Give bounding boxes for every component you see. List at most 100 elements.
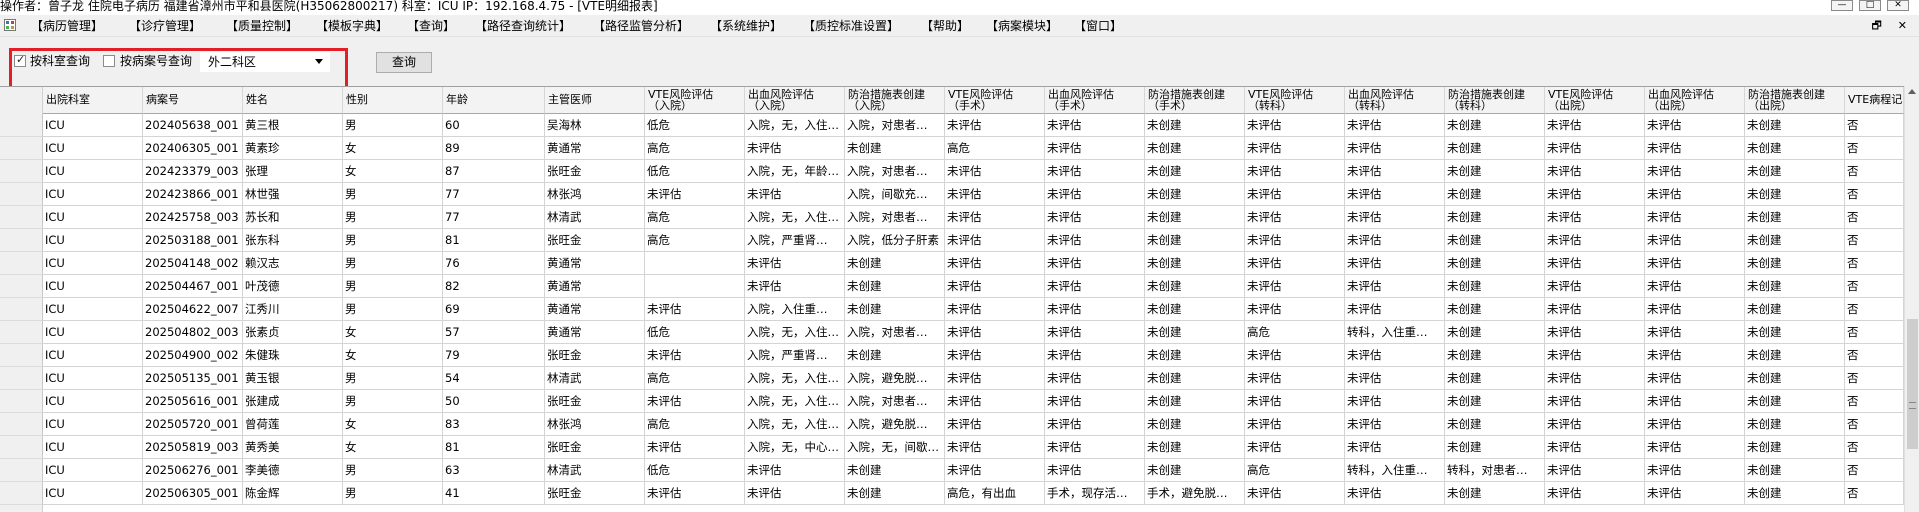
table-cell[interactable]: 57 bbox=[443, 321, 545, 344]
table-cell[interactable]: 未评估 bbox=[1045, 321, 1145, 344]
table-cell[interactable]: 202423866_001 bbox=[143, 183, 243, 206]
table-cell[interactable]: 低危 bbox=[645, 160, 745, 183]
table-cell[interactable]: 未评估 bbox=[1345, 413, 1445, 436]
table-cell[interactable]: 未评估 bbox=[1045, 114, 1145, 137]
table-cell[interactable]: 江秀川 bbox=[243, 298, 343, 321]
table-cell[interactable]: ICU bbox=[43, 160, 143, 183]
table-cell[interactable]: 未评估 bbox=[1645, 183, 1745, 206]
table-cell[interactable]: 黄通常 bbox=[545, 137, 645, 160]
table-cell[interactable]: 入院，避免脱… bbox=[845, 413, 945, 436]
row-header-cell[interactable] bbox=[0, 413, 43, 436]
table-cell[interactable]: 202504802_003 bbox=[143, 321, 243, 344]
table-cell[interactable]: 未评估 bbox=[1345, 137, 1445, 160]
table-cell[interactable]: 否 bbox=[1845, 344, 1904, 367]
table-cell[interactable]: 未评估 bbox=[1245, 137, 1345, 160]
table-cell[interactable] bbox=[645, 252, 745, 275]
table-cell[interactable]: 未评估 bbox=[945, 114, 1045, 137]
table-cell[interactable]: 未评估 bbox=[745, 275, 845, 298]
menu-path-supervision-analysis[interactable]: 【路径监管分析】 bbox=[593, 20, 689, 33]
table-cell[interactable]: 未评估 bbox=[645, 298, 745, 321]
table-cell[interactable]: 未创建 bbox=[1145, 321, 1245, 344]
table-cell[interactable]: 未评估 bbox=[1645, 229, 1745, 252]
table-cell[interactable]: 未创建 bbox=[845, 344, 945, 367]
table-cell[interactable]: 女 bbox=[343, 160, 443, 183]
menu-template-dictionary[interactable]: 【模板字典】 bbox=[316, 20, 388, 33]
table-cell[interactable]: ICU bbox=[43, 390, 143, 413]
table-cell[interactable]: 转科，入住重… bbox=[1345, 459, 1445, 482]
table-cell[interactable]: 低危 bbox=[645, 321, 745, 344]
table-cell[interactable]: 黄玉银 bbox=[243, 367, 343, 390]
table-cell[interactable]: 未创建 bbox=[1745, 482, 1845, 505]
table-cell[interactable]: 未评估 bbox=[1645, 114, 1745, 137]
table-cell[interactable]: 未评估 bbox=[645, 183, 745, 206]
table-cell[interactable]: 未评估 bbox=[1245, 114, 1345, 137]
table-cell[interactable]: 未评估 bbox=[1545, 367, 1645, 390]
table-cell[interactable]: 202504467_001 bbox=[143, 275, 243, 298]
table-cell[interactable]: 入院，对患者… bbox=[845, 160, 945, 183]
table-cell[interactable]: 未评估 bbox=[1045, 436, 1145, 459]
table-cell[interactable]: 未评估 bbox=[645, 344, 745, 367]
table-cell[interactable]: 高危，有出血 bbox=[945, 482, 1045, 505]
maximize-button[interactable]: □ bbox=[1859, 0, 1881, 11]
table-cell[interactable]: 未评估 bbox=[1245, 298, 1345, 321]
table-cell[interactable]: 63 bbox=[443, 459, 545, 482]
table-cell[interactable]: 69 bbox=[443, 298, 545, 321]
table-cell[interactable]: 张旺金 bbox=[545, 390, 645, 413]
table-cell[interactable]: 未评估 bbox=[1345, 344, 1445, 367]
table-cell[interactable]: 张旺金 bbox=[545, 229, 645, 252]
table-cell[interactable]: 未创建 bbox=[1745, 229, 1845, 252]
table-cell[interactable]: 79 bbox=[443, 344, 545, 367]
row-header-cell[interactable] bbox=[0, 367, 43, 390]
table-cell[interactable]: 未评估 bbox=[1645, 321, 1745, 344]
row-header-cell[interactable] bbox=[0, 459, 43, 482]
table-cell[interactable]: 转科，入住重… bbox=[1345, 321, 1445, 344]
table-cell[interactable]: ICU bbox=[43, 482, 143, 505]
table-cell[interactable]: 入院，避免脱… bbox=[845, 367, 945, 390]
table-cell[interactable]: 未评估 bbox=[1545, 344, 1645, 367]
table-cell[interactable]: 81 bbox=[443, 436, 545, 459]
table-cell[interactable]: 未创建 bbox=[1445, 298, 1545, 321]
table-cell[interactable]: 未评估 bbox=[945, 183, 1045, 206]
table-cell[interactable]: 未评估 bbox=[1045, 367, 1145, 390]
table-cell[interactable]: 未评估 bbox=[1245, 436, 1345, 459]
table-cell[interactable]: 未评估 bbox=[945, 436, 1045, 459]
table-cell[interactable]: 男 bbox=[343, 252, 443, 275]
table-cell[interactable]: 未评估 bbox=[1345, 229, 1445, 252]
table-cell[interactable]: 未评估 bbox=[1245, 206, 1345, 229]
table-cell[interactable]: 否 bbox=[1845, 252, 1904, 275]
table-cell[interactable]: 未评估 bbox=[1045, 137, 1145, 160]
table-cell[interactable]: 未评估 bbox=[1545, 321, 1645, 344]
table-cell[interactable]: 入院，无，入住… bbox=[745, 413, 845, 436]
column-header[interactable]: 防治措施表创建 （手术） bbox=[1145, 87, 1245, 114]
table-cell[interactable]: 张理 bbox=[243, 160, 343, 183]
row-header-cell[interactable] bbox=[0, 160, 43, 183]
table-cell[interactable]: 202505135_001 bbox=[143, 367, 243, 390]
table-cell[interactable]: 未评估 bbox=[1645, 459, 1745, 482]
column-header[interactable]: VTE风险评估 （手术） bbox=[945, 87, 1045, 114]
table-cell[interactable]: 林张鸿 bbox=[545, 413, 645, 436]
table-cell[interactable]: 高危 bbox=[1245, 459, 1345, 482]
table-cell[interactable]: ICU bbox=[43, 252, 143, 275]
table-cell[interactable]: 未评估 bbox=[1045, 459, 1145, 482]
table-cell[interactable]: 入院，无，间歇… bbox=[845, 436, 945, 459]
table-cell[interactable]: 未评估 bbox=[1045, 413, 1145, 436]
menu-system-maintenance[interactable]: 【系统维护】 bbox=[710, 20, 782, 33]
table-cell[interactable]: 202505819_003 bbox=[143, 436, 243, 459]
table-cell[interactable]: 未评估 bbox=[1245, 183, 1345, 206]
table-cell[interactable]: 未创建 bbox=[845, 137, 945, 160]
table-cell[interactable]: 入院，间歇充… bbox=[845, 183, 945, 206]
dept-select[interactable]: 外二科区 bbox=[200, 52, 330, 72]
table-cell[interactable]: 未创建 bbox=[1745, 436, 1845, 459]
table-cell[interactable]: 未评估 bbox=[1645, 137, 1745, 160]
table-cell[interactable]: 未创建 bbox=[1145, 252, 1245, 275]
table-cell[interactable]: 未创建 bbox=[1445, 413, 1545, 436]
table-row[interactable]: ICU 202505819_003 黄秀美女 81 张旺金 未评估 入院，无，中心… 入院，无… bbox=[0, 436, 1904, 459]
table-cell[interactable]: 未评估 bbox=[1045, 229, 1145, 252]
row-header-cell[interactable] bbox=[0, 252, 43, 275]
table-cell[interactable]: 朱健珠 bbox=[243, 344, 343, 367]
table-cell[interactable]: 女 bbox=[343, 321, 443, 344]
table-cell[interactable]: 未创建 bbox=[1445, 114, 1545, 137]
table-cell[interactable]: 入院，无，入住… bbox=[745, 390, 845, 413]
menu-medical-record-module[interactable]: 【病案模块】 bbox=[986, 20, 1058, 33]
table-cell[interactable]: 未评估 bbox=[745, 459, 845, 482]
